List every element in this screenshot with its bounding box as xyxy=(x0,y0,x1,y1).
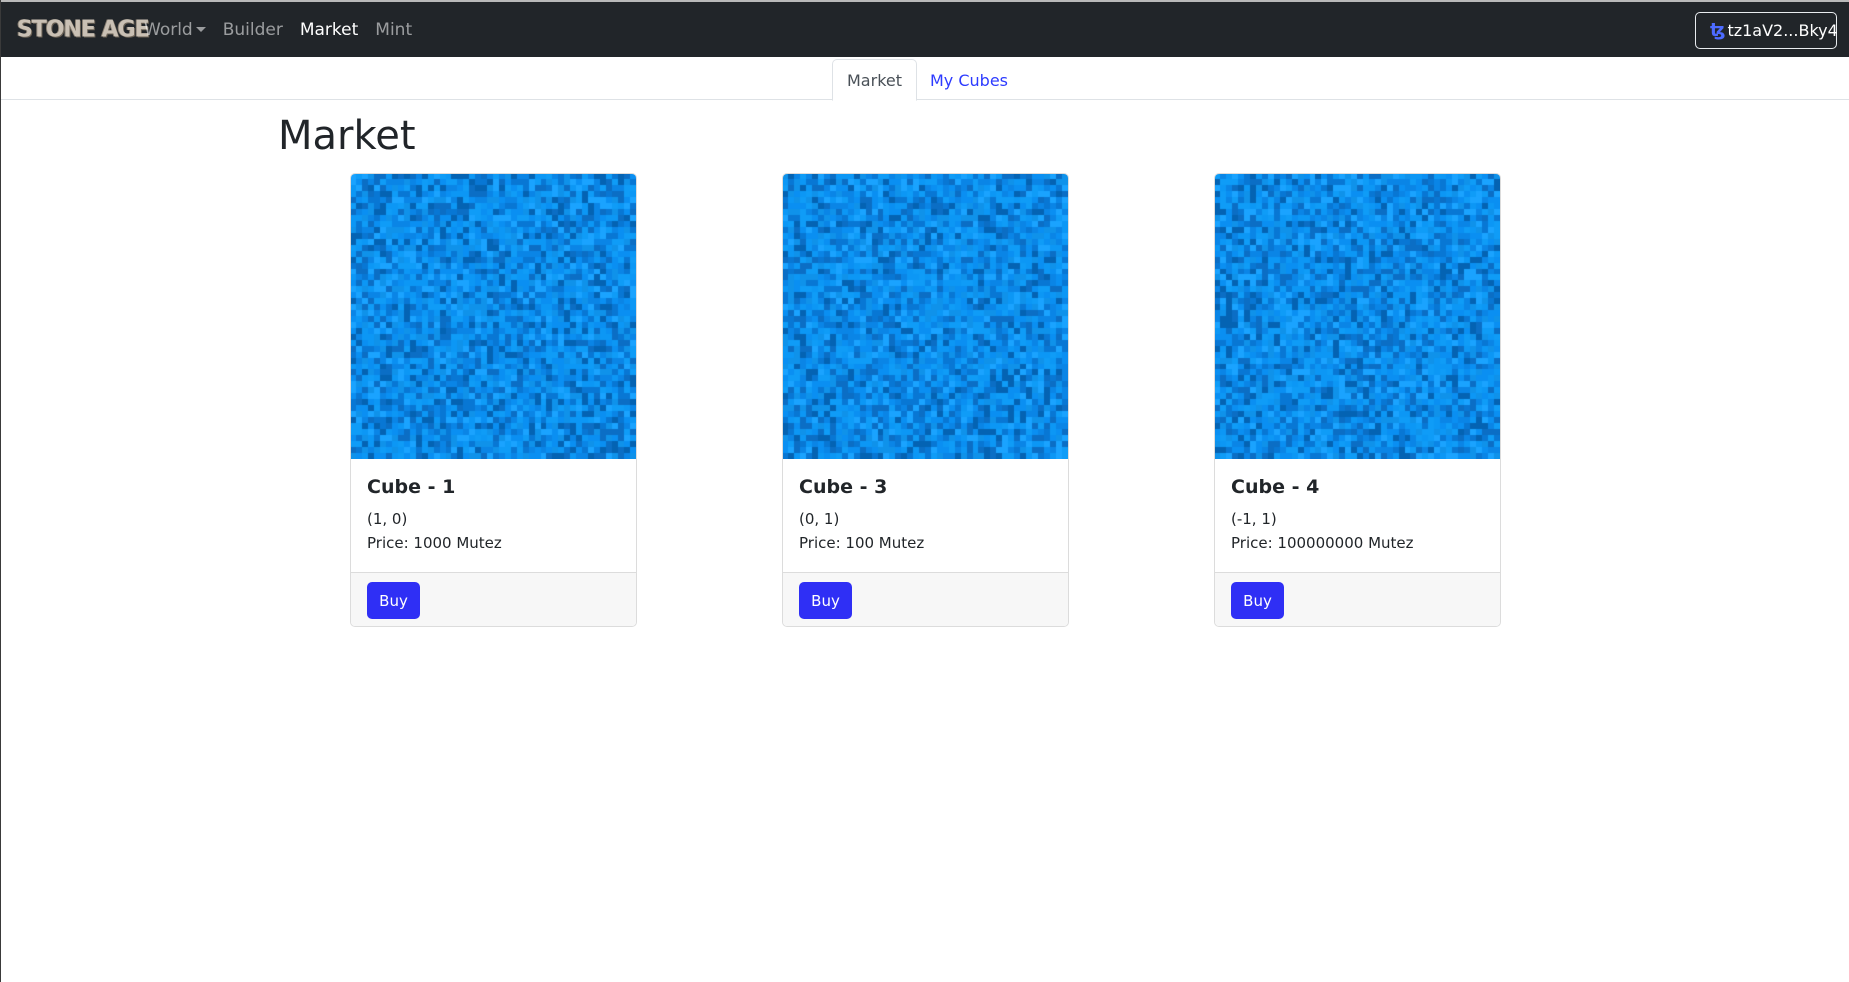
card-footer: Buy xyxy=(783,572,1068,626)
tab-market[interactable]: Market xyxy=(832,59,917,101)
main-nav: World Builder Market Mint xyxy=(144,2,429,57)
tab-my-cubes[interactable]: My Cubes xyxy=(917,59,1021,101)
card-coordinates: (-1, 1) xyxy=(1231,510,1277,528)
card-body: Cube - 1 (1, 0) Price: 1000 Mutez xyxy=(351,459,636,571)
chevron-down-icon xyxy=(195,27,206,32)
cube-card: Cube - 3 (0, 1) Price: 100 Mutez Buy xyxy=(782,173,1069,627)
card-coordinates: (0, 1) xyxy=(799,510,840,528)
cube-card: Cube - 1 (1, 0) Price: 1000 Mutez Buy xyxy=(350,173,637,627)
wallet-button[interactable]: ꜩ tz1aV2...Bky4 xyxy=(1695,12,1838,49)
card-footer: Buy xyxy=(351,572,636,626)
card-coordinates: (1, 0) xyxy=(367,510,408,528)
cube-texture-image xyxy=(1215,174,1500,459)
nav-builder[interactable]: Builder xyxy=(223,20,283,40)
brand-logo[interactable]: STONE AGE xyxy=(17,16,150,42)
cube-card: Cube - 4 (-1, 1) Price: 100000000 Mutez … xyxy=(1214,173,1501,627)
card-title: Cube - 4 xyxy=(1231,476,1320,498)
buy-button[interactable]: Buy xyxy=(799,582,852,619)
page-title: Market xyxy=(278,113,416,159)
tezos-icon: ꜩ xyxy=(1710,20,1726,41)
wallet-address: tz1aV2...Bky4 xyxy=(1727,21,1838,40)
card-body: Cube - 4 (-1, 1) Price: 100000000 Mutez xyxy=(1215,459,1500,571)
top-navbar: STONE AGE World Builder Market Mint ꜩ tz… xyxy=(1,0,1849,57)
card-price: Price: 100000000 Mutez xyxy=(1231,534,1414,552)
nav-world-label: World xyxy=(144,19,193,40)
nav-mint[interactable]: Mint xyxy=(375,20,412,40)
card-price: Price: 100 Mutez xyxy=(799,534,925,552)
card-body: Cube - 3 (0, 1) Price: 100 Mutez xyxy=(783,459,1068,571)
market-subnav: Market My Cubes xyxy=(1,57,1849,101)
cube-texture-image xyxy=(783,174,1068,459)
card-footer: Buy xyxy=(1215,572,1500,626)
nav-world-dropdown[interactable]: World xyxy=(144,20,206,40)
cube-texture-image xyxy=(351,174,636,459)
card-title: Cube - 1 xyxy=(367,476,456,498)
buy-button[interactable]: Buy xyxy=(367,582,420,619)
card-title: Cube - 3 xyxy=(799,476,888,498)
card-price: Price: 1000 Mutez xyxy=(367,534,502,552)
nav-market[interactable]: Market xyxy=(300,20,358,40)
buy-button[interactable]: Buy xyxy=(1231,582,1284,619)
